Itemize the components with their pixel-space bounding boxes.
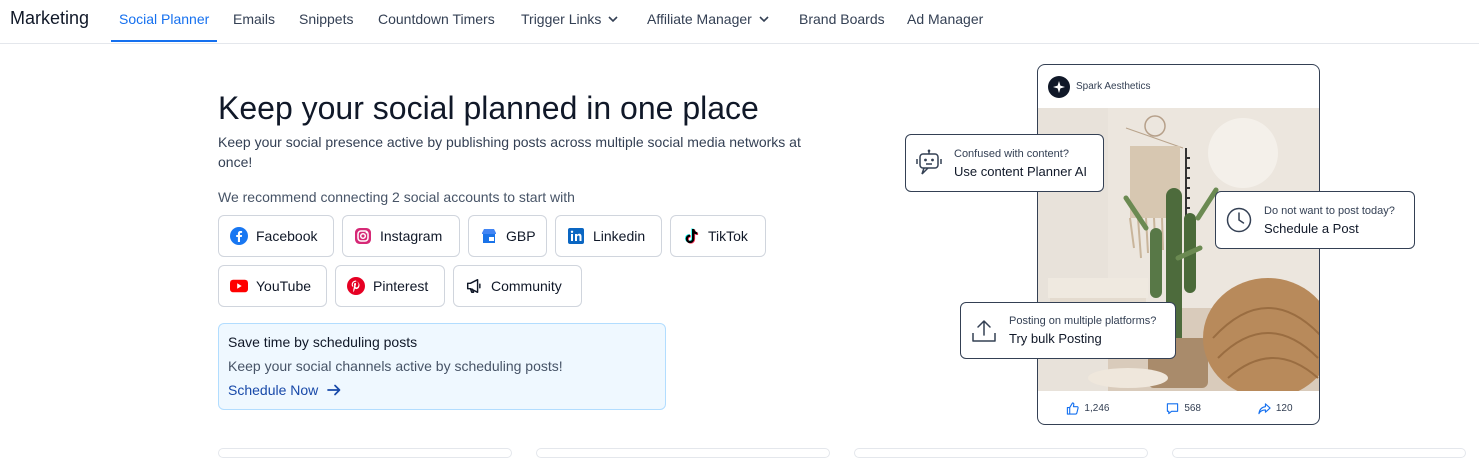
tab-label: Emails: [233, 11, 276, 27]
callout-action: Try bulk Posting: [1009, 331, 1102, 346]
callout-caption: Do not want to post today?: [1264, 204, 1395, 217]
arrow-right-icon: [327, 384, 341, 396]
feature-card: [536, 448, 830, 458]
instagram-icon: [354, 227, 372, 245]
tab-label: Countdown Timers: [378, 11, 495, 27]
promo-text: Keep your social channels active by sche…: [228, 358, 563, 374]
app-title: Marketing: [10, 8, 90, 28]
facebook-icon: [230, 227, 248, 245]
megaphone-icon: [465, 277, 483, 295]
connect-tiktok-button[interactable]: TikTok: [670, 215, 766, 257]
button-label: Facebook: [256, 228, 318, 244]
button-label: TikTok: [708, 228, 748, 244]
tab-countdown-timers[interactable]: Countdown Timers: [378, 11, 495, 27]
feature-card: [218, 448, 512, 458]
tiktok-icon: [682, 227, 700, 245]
callout-action: Use content Planner AI: [954, 163, 1087, 179]
content-planner-ai-callout[interactable]: Confused with content? Use content Plann…: [905, 134, 1104, 192]
connect-instagram-button[interactable]: Instagram: [342, 215, 460, 257]
gbp-icon: [480, 227, 498, 245]
share-stat[interactable]: 120: [1258, 402, 1293, 415]
account-name: Spark Aesthetics: [1076, 81, 1151, 92]
share-icon: [1258, 402, 1271, 414]
like-count: 1,246: [1084, 402, 1110, 414]
upload-icon: [972, 319, 996, 342]
thumbs-up-icon: [1067, 401, 1080, 415]
promo-title: Save time by scheduling posts: [228, 334, 418, 350]
schedule-post-callout[interactable]: Do not want to post today? Schedule a Po…: [1215, 191, 1415, 249]
active-tab-indicator: [111, 40, 217, 42]
connect-pinterest-button[interactable]: Pinterest: [335, 265, 445, 307]
clock-icon: [1226, 207, 1252, 233]
button-label: YouTube: [256, 278, 312, 294]
scheduling-promo-card: Save time by scheduling posts Keep your …: [218, 323, 666, 410]
like-stat[interactable]: 1,246: [1066, 401, 1110, 415]
sparkle-icon: [1053, 80, 1065, 93]
button-label: Community: [491, 278, 562, 294]
recommend-text: We recommend connecting 2 social account…: [218, 189, 575, 205]
tab-trigger-links[interactable]: Trigger Links: [521, 11, 619, 27]
tab-emails[interactable]: Emails: [233, 11, 275, 27]
tab-label: Trigger Links: [521, 11, 602, 27]
callout-caption: Confused with content?: [954, 147, 1069, 160]
post-header: Spark Aesthetics: [1038, 65, 1319, 108]
button-label: GBP: [506, 228, 536, 244]
bulk-posting-callout[interactable]: Posting on multiple platforms? Try bulk …: [960, 302, 1176, 359]
feature-card: [854, 448, 1148, 458]
tab-snippets[interactable]: Snippets: [299, 11, 353, 27]
tab-label: Ad Manager: [907, 11, 984, 27]
comment-count: 568: [1184, 402, 1201, 414]
callout-action: Schedule a Post: [1264, 220, 1359, 236]
post-stats: 1,246 568 120: [1038, 395, 1319, 421]
chevron-down-icon: [608, 16, 618, 23]
connect-linkedin-button[interactable]: Linkedin: [555, 215, 662, 257]
connect-facebook-button[interactable]: Facebook: [218, 215, 334, 257]
page-subtitle: Keep your social presence active by publ…: [218, 134, 801, 170]
tab-brand-boards[interactable]: Brand Boards: [799, 11, 885, 27]
top-navigation: Marketing Social Planner Emails Snippets…: [0, 0, 1479, 44]
youtube-icon: [230, 277, 248, 295]
tab-label: Snippets: [299, 11, 354, 27]
chevron-down-icon: [759, 16, 769, 23]
connect-youtube-button[interactable]: YouTube: [218, 265, 327, 307]
pinterest-icon: [347, 277, 365, 295]
tab-label: Affiliate Manager: [647, 11, 752, 27]
schedule-now-link[interactable]: Schedule Now: [228, 382, 656, 398]
connect-community-button[interactable]: Community: [453, 265, 582, 307]
callout-caption: Posting on multiple platforms?: [1009, 315, 1157, 327]
robot-icon: [916, 149, 942, 175]
page-title: Keep your social planned in one place: [218, 90, 759, 126]
share-count: 120: [1275, 402, 1293, 414]
feature-card: [1172, 448, 1466, 458]
tab-social-planner[interactable]: Social Planner: [119, 11, 209, 27]
connect-gbp-button[interactable]: GBP: [468, 215, 547, 257]
tab-label: Social Planner: [119, 11, 210, 27]
linkedin-icon: [567, 227, 585, 245]
button-label: Instagram: [380, 228, 443, 244]
button-label: Linkedin: [593, 228, 646, 244]
comment-icon: [1167, 402, 1179, 414]
tab-affiliate-manager[interactable]: Affiliate Manager: [647, 11, 770, 27]
link-label: Schedule Now: [228, 382, 319, 398]
avatar: [1048, 75, 1070, 98]
tab-label: Brand Boards: [799, 11, 885, 27]
tab-ad-manager[interactable]: Ad Manager: [907, 11, 983, 27]
button-label: Pinterest: [373, 278, 429, 294]
comment-stat[interactable]: 568: [1166, 402, 1201, 415]
